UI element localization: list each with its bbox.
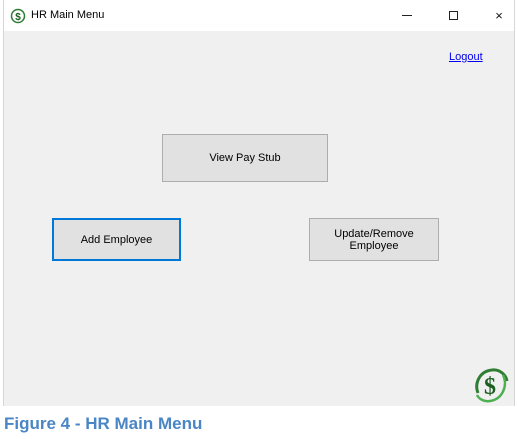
dollar-logo-icon: $: [475, 368, 509, 403]
logout-link[interactable]: Logout: [449, 51, 483, 63]
window-title: HR Main Menu: [31, 9, 105, 21]
maximize-button[interactable]: [430, 0, 476, 31]
minimize-button[interactable]: [384, 0, 430, 31]
maximize-icon: [448, 11, 458, 20]
figure-caption: Figure 4 - HR Main Menu: [4, 414, 203, 433]
update-remove-employee-button[interactable]: Update/Remove Employee: [309, 218, 439, 261]
minimize-icon: [402, 15, 412, 16]
dollar-logo-icon: $: [10, 8, 26, 24]
close-icon: ×: [495, 8, 503, 23]
hr-main-menu-window: $ HR Main Menu × Logout View Pay Stub Ad…: [3, 0, 515, 406]
svg-text:$: $: [15, 12, 21, 23]
add-employee-button[interactable]: Add Employee: [52, 218, 181, 261]
view-pay-stub-button[interactable]: View Pay Stub: [162, 134, 328, 182]
close-button[interactable]: ×: [476, 0, 517, 31]
svg-text:$: $: [484, 374, 496, 400]
title-bar[interactable]: $ HR Main Menu ×: [4, 0, 514, 31]
